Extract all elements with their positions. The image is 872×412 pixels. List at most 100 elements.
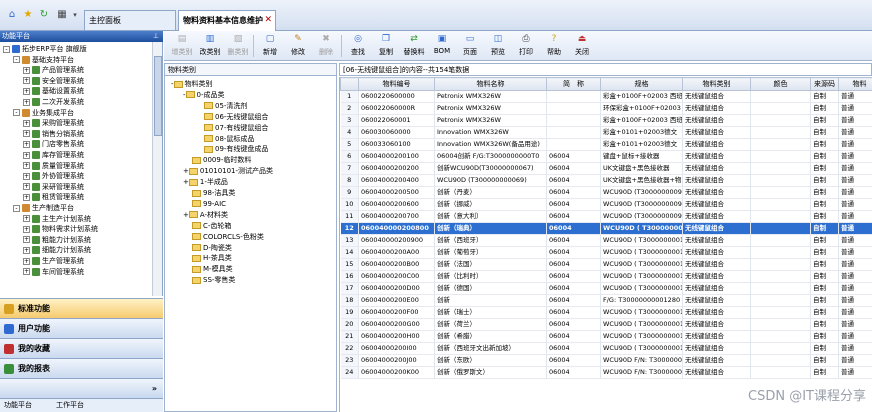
table-row[interactable]: 14 06004000200A00 创新（葡萄牙） 06004 WCU90D ( T30… — [340, 246, 872, 259]
preview-button[interactable]: ◫ 预览 — [484, 33, 512, 59]
expand-icon[interactable]: + — [23, 193, 30, 201]
collapse-icon[interactable]: - — [13, 204, 20, 212]
category-item[interactable]: 06-无线键鼠组合 — [204, 112, 268, 122]
category-item[interactable]: M-模具类 — [192, 264, 233, 274]
category-item[interactable]: SS-零售类 — [192, 275, 235, 285]
tree-scrollbar[interactable] — [152, 42, 162, 296]
table-row[interactable]: 1 0600220600000 Petronix WMX326W 彩盒+0100F+0… — [340, 90, 872, 103]
tree-item[interactable]: + 二次开发系统 — [23, 97, 84, 107]
tree-item[interactable]: - 拓步ERP平台 旗舰版 — [3, 44, 87, 54]
column-header[interactable]: 物料 — [838, 77, 872, 91]
expand-icon[interactable]: + — [23, 77, 30, 85]
category-item[interactable]: +1-半成品 — [183, 177, 228, 187]
category-item[interactable]: 08-鼠标成品 — [204, 134, 254, 144]
expand-icon[interactable]: + — [23, 236, 30, 244]
refresh-icon[interactable]: ↻ — [38, 9, 50, 21]
help-button[interactable]: ? 帮助 — [540, 33, 568, 59]
table-row[interactable]: 21 06004000200H00 创新（希腊） 06004 WCU90D ( T300… — [340, 330, 872, 343]
tree-item[interactable]: + 销售分销系统 — [23, 129, 84, 139]
table-row[interactable]: 2 060022060000R Petronix WMX326W 环保彩盒+0100F… — [340, 102, 872, 115]
category-item[interactable]: +01010101-测试产品类 — [183, 166, 273, 176]
expand-icon[interactable]: + — [23, 130, 30, 138]
expand-icon[interactable]: + — [23, 268, 30, 276]
category-item[interactable]: + A-材料类 — [183, 210, 228, 220]
expand-icon[interactable]: + — [23, 183, 30, 191]
column-header[interactable]: 来源码 — [810, 77, 839, 91]
nav-button[interactable]: 我的报表 — [0, 358, 163, 379]
column-header[interactable]: 物料名称 — [434, 77, 547, 91]
copy-button[interactable]: ❐ 复制 — [372, 33, 400, 59]
collapse-icon[interactable]: - — [13, 56, 20, 64]
expand-icon[interactable]: + — [23, 162, 30, 170]
replace-button[interactable]: ⇄ 替换料 — [400, 33, 428, 59]
edit-pencil-button[interactable]: ✎ 修改 — [284, 33, 312, 59]
table-row[interactable]: 7 06004000200200 创新WCU90D(T30000000067) 060… — [340, 162, 872, 175]
table-row[interactable]: 24 06004000200K00 创新（俄罗斯文） 06004 WCU90D F/N:… — [340, 366, 872, 379]
tree-item[interactable]: - 生产制造平台 — [13, 203, 74, 213]
tree-item[interactable]: + 质量管理系统 — [23, 161, 84, 171]
exit-button[interactable]: ⏏ 关闭 — [568, 33, 596, 59]
add-category-button[interactable]: ▤ 增类别 — [168, 33, 196, 59]
binoculars-button[interactable]: ◎ 查找 — [344, 33, 372, 59]
tree-item[interactable]: + 采研管理系统 — [23, 182, 84, 192]
category-item[interactable]: 0009-临时数料 — [192, 155, 251, 165]
tree-item[interactable]: - 业务集成平台 — [13, 108, 74, 118]
expand-icon[interactable]: + — [23, 257, 30, 265]
table-row[interactable]: 15 06004000200B00 创新（法国） 06004 WCU90D ( T300… — [340, 258, 872, 271]
expand-icon[interactable]: + — [23, 215, 30, 223]
table-row[interactable]: 16 06004000200C00 创新（比利时） 06004 WCU90D ( T30… — [340, 270, 872, 283]
category-item[interactable]: - 物料类别 — [171, 79, 213, 89]
dropdown-icon[interactable]: ▾ — [69, 9, 81, 21]
home-icon[interactable]: ⌂ — [6, 9, 18, 21]
table-row[interactable]: 13 060040000200900 创新（西班牙） 06004 WCU90D ( T3… — [340, 234, 872, 247]
category-item[interactable]: D-陶瓷类 — [192, 243, 232, 253]
tree-item[interactable]: + 租赁管理系统 — [23, 192, 84, 202]
table-row[interactable]: 10 06004000200600 创新（挪威） 06004 WCU90D (T3000… — [340, 198, 872, 211]
table-row[interactable]: 11 06004000200700 创新（意大利） 06004 WCU90D (T300… — [340, 210, 872, 223]
tab-material-info[interactable]: 物料资料基本信息维护 ✕ — [178, 10, 276, 31]
expand-icon[interactable]: + — [23, 98, 30, 106]
favorite-star-icon[interactable]: ★ — [22, 9, 34, 21]
tree-item[interactable]: + 产品管理系统 — [23, 65, 84, 75]
delete-category-button[interactable]: ▧ 删类别 — [224, 33, 252, 59]
category-item[interactable]: 07-有线键鼠组合 — [204, 123, 268, 133]
table-row[interactable]: 17 06004000200D00 创新（德国） 06004 WCU90D ( T300… — [340, 282, 872, 295]
table-row[interactable]: 8 06004000200400 WCU90D (T300000000069) 060… — [340, 174, 872, 187]
grid-view-icon[interactable]: ▦ — [56, 9, 68, 21]
page-button[interactable]: ▭ 页面 — [456, 33, 484, 59]
collapse-icon[interactable]: - — [13, 109, 20, 117]
tree-item[interactable]: + 基础设置系统 — [23, 86, 84, 96]
tab-work-platform[interactable]: 工作平台 — [56, 399, 84, 412]
table-row[interactable]: 5 060033060100 Innovation WMX326W(备品用途) 彩盒+… — [340, 138, 872, 151]
tree-item[interactable]: + 车间管理系统 — [23, 267, 84, 277]
tree-item[interactable]: + 安全管理系统 — [23, 76, 84, 86]
category-item[interactable]: 99-AIC — [192, 199, 226, 209]
table-row[interactable]: 12 060040000200800 创新（瑞典） 06004 WCU90D ( T30… — [340, 222, 872, 235]
tab-main-panel[interactable]: 主控面板 — [84, 10, 176, 30]
scrollbar-thumb[interactable] — [154, 56, 162, 136]
category-item[interactable]: -0-成品类 — [183, 90, 225, 100]
nav-button[interactable]: 标准功能 — [0, 298, 163, 319]
expand-icon[interactable]: + — [23, 66, 30, 74]
expand-icon[interactable]: + — [23, 87, 30, 95]
column-header[interactable]: 颜色 — [750, 77, 811, 91]
collapse-icon[interactable]: - — [3, 45, 10, 53]
column-header[interactable] — [340, 77, 359, 91]
column-header[interactable]: 物料编号 — [358, 77, 435, 91]
tree-item[interactable]: + 主生产计划系统 — [23, 214, 91, 224]
bom-button[interactable]: ▣ BOM — [428, 33, 456, 59]
nav-button[interactable]: 用户功能 — [0, 318, 163, 339]
category-item[interactable]: 98-洁具类 — [192, 188, 235, 198]
tree-item[interactable]: + 生产管理系统 — [23, 256, 84, 266]
expand-icon[interactable]: + — [23, 140, 30, 148]
table-row[interactable]: 23 06004000200J00 创新（东欧） 06004 WCU90D F/N: T… — [340, 354, 872, 367]
edit-category-button[interactable]: ▥ 改类别 — [196, 33, 224, 59]
tree-item[interactable]: + 采购管理系统 — [23, 118, 84, 128]
tree-item[interactable]: + 物料需求计划系统 — [23, 224, 98, 234]
nav-more-button[interactable]: » — [0, 378, 163, 398]
column-header[interactable]: 规格 — [600, 77, 683, 91]
tree-item[interactable]: + 细能力计划系统 — [23, 245, 91, 255]
tab-function-platform[interactable]: 功能平台 — [4, 399, 32, 412]
category-item[interactable]: 09-有线键盘成品 — [204, 144, 268, 154]
table-row[interactable]: 22 06004000200I00 创新（西班牙文出新加坡） 06004 WCU90D … — [340, 342, 872, 355]
